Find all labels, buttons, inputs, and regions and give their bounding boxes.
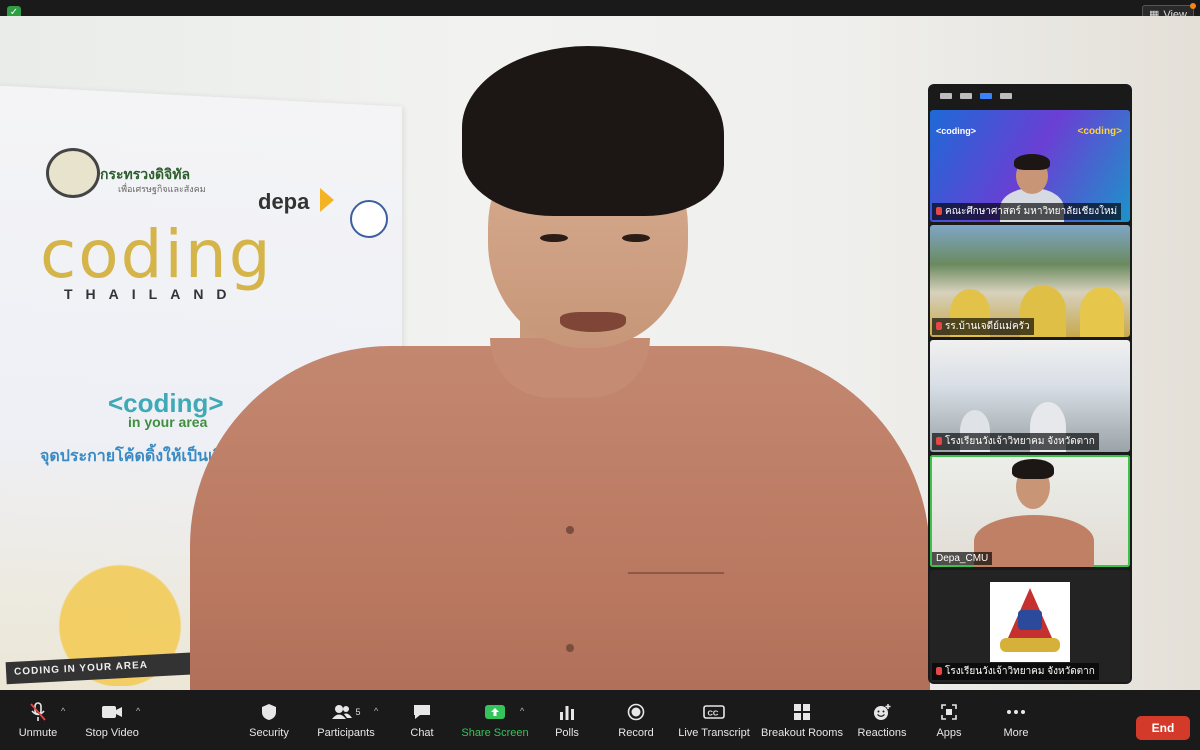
window-top-bar (0, 0, 1200, 16)
participant-name-label: โรงเรียนวังเจ้าวิทยาคม จังหวัดตาก (932, 433, 1099, 450)
participant-tile[interactable]: โรงเรียนวังเจ้าวิทยาคม จังหวัดตาก (930, 340, 1130, 452)
banner-ministry-sub: เพื่อเศรษฐกิจและสังคม (118, 184, 206, 194)
hide-video-icon[interactable] (960, 93, 972, 99)
breakout-grid-icon (793, 701, 811, 723)
participant-tile[interactable]: โรงเรียนวังเจ้าวิทยาคม จังหวัดตาก (930, 570, 1130, 682)
breakout-rooms-button[interactable]: Breakout Rooms (761, 690, 843, 750)
muted-mic-icon (936, 322, 942, 330)
muted-microphone-icon (29, 701, 47, 723)
notification-dot-icon (1190, 3, 1196, 9)
shirt-pocket (628, 572, 724, 596)
tile-banner-left: <coding> (936, 126, 977, 136)
gallery-view-icon[interactable] (1000, 93, 1012, 99)
banner-in-your-area: in your area (128, 414, 208, 430)
live-transcript-button[interactable]: CC Live Transcript (676, 690, 752, 750)
audio-options-chevron-icon[interactable]: ^ (61, 706, 65, 716)
svg-text:CC: CC (708, 709, 719, 718)
muted-mic-icon (936, 667, 942, 675)
record-icon (627, 701, 645, 723)
participant-hair (1014, 154, 1050, 170)
participant-name-label: Depa_CMU (932, 552, 993, 565)
school-logo-icon (990, 582, 1070, 662)
ministry-seal-icon (46, 148, 100, 198)
depa-arrow-icon (320, 188, 334, 212)
participant-name-label: คณะศึกษาศาสตร์ มหาวิทยาลัยเชียงใหม่ (932, 203, 1122, 220)
smiley-plus-icon (872, 701, 892, 723)
muted-mic-icon (936, 207, 942, 215)
banner-thailand: THAILAND (64, 286, 240, 302)
share-options-chevron-icon[interactable]: ^ (520, 706, 524, 716)
polls-button[interactable]: Polls (547, 690, 587, 750)
speaker-view-icon[interactable] (980, 93, 992, 99)
tile-banner-right: <coding> (1077, 126, 1122, 137)
participant-hair (1012, 459, 1054, 479)
speaker-mouth (560, 312, 626, 332)
reactions-button[interactable]: Reactions (855, 690, 909, 750)
shirt-button (566, 644, 574, 652)
unmute-button[interactable]: Unmute (14, 690, 62, 750)
chat-bubble-icon (412, 701, 432, 723)
minimize-gallery-icon[interactable] (940, 93, 952, 99)
stop-video-button[interactable]: Stop Video (82, 690, 142, 750)
closed-caption-icon: CC (703, 701, 725, 723)
shirt-button (566, 526, 574, 534)
participants-icon (332, 705, 353, 719)
chat-button[interactable]: Chat (402, 690, 442, 750)
participant-figure (1080, 287, 1124, 337)
share-screen-icon (484, 701, 506, 723)
participant-tile[interactable]: <coding> <coding> คณะศึกษาศาสตร์ มหาวิทย… (930, 110, 1130, 222)
apps-icon (940, 701, 958, 723)
speaker-hair (462, 46, 724, 216)
record-button[interactable]: Record (611, 690, 661, 750)
gallery-toolbar (928, 84, 1144, 108)
participants-options-chevron-icon[interactable]: ^ (374, 706, 378, 716)
participant-tile[interactable]: รร.บ้านเจดีย์แม่ครัว (930, 225, 1130, 337)
share-screen-button[interactable]: Share Screen (460, 690, 530, 750)
shield-icon (261, 701, 277, 723)
video-camera-icon (101, 701, 123, 723)
participants-count: 5 (355, 707, 361, 717)
video-options-chevron-icon[interactable]: ^ (136, 706, 140, 716)
bar-chart-icon (558, 701, 576, 723)
apps-button[interactable]: Apps (929, 690, 969, 750)
banner-depa-logo: depa (258, 189, 310, 214)
participant-tile-active-speaker[interactable]: Depa_CMU (930, 455, 1130, 567)
security-button[interactable]: Security (244, 690, 294, 750)
participant-name-label: โรงเรียนวังเจ้าวิทยาคม จังหวัดตาก (932, 663, 1099, 680)
more-dots-icon (1006, 701, 1026, 723)
depa-seal-icon (350, 200, 388, 238)
speaker-eye-right (622, 234, 650, 242)
muted-mic-icon (936, 437, 942, 445)
end-meeting-button[interactable]: End (1136, 716, 1190, 740)
speaker-eye-left (540, 234, 568, 242)
banner-coding-title: coding (40, 216, 273, 293)
more-button[interactable]: More (996, 690, 1036, 750)
participants-button[interactable]: 5 Participants (314, 690, 378, 750)
participant-name-label: รร.บ้านเจดีย์แม่ครัว (932, 318, 1034, 335)
gallery-panel: <coding> <coding> คณะศึกษาศาสตร์ มหาวิทย… (928, 84, 1132, 684)
